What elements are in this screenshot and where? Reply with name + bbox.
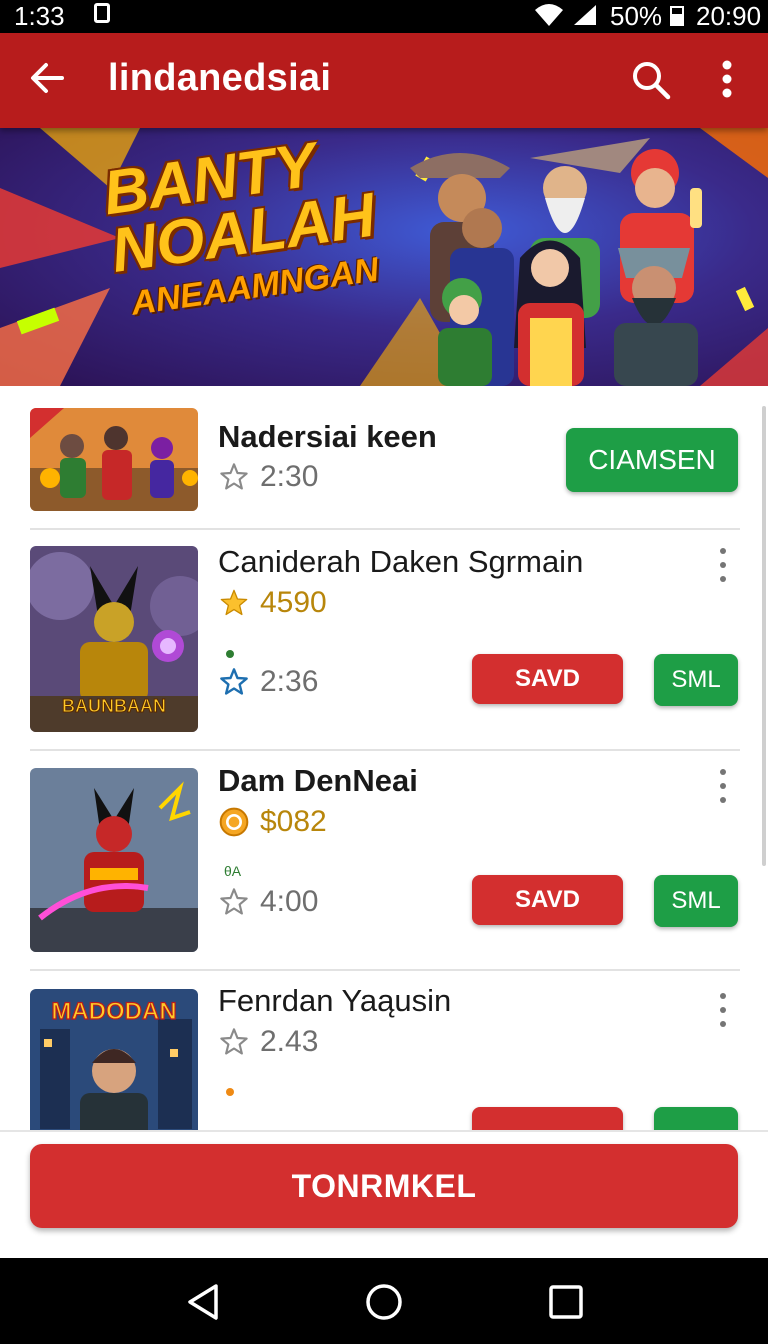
list-item[interactable]: MADODAN Fenrdan Yaąusin 2.43 (0, 971, 768, 1130)
claim-button[interactable]: CIAMSEN (566, 428, 738, 492)
status-time: 1:33 (14, 1, 65, 31)
item-duration: 2:30 (260, 460, 319, 493)
item-more-icon[interactable] (716, 993, 730, 1027)
list-item[interactable]: BAUNBAAN Caniderah Daken Sgrmain 4590 2:… (0, 530, 768, 751)
item-title: Caniderah Daken Sgrmain (218, 544, 584, 579)
star-outline-icon (220, 888, 248, 915)
thumb-caption: MADODAN (51, 998, 176, 1025)
item-more-icon[interactable] (716, 548, 730, 582)
item-meta: 2:36 (218, 665, 318, 699)
system-navigation-bar (0, 1258, 768, 1344)
search-icon[interactable] (630, 59, 672, 101)
item-duration: 2:36 (260, 665, 319, 698)
status-dot (226, 1088, 234, 1096)
back-arrow-icon[interactable] (28, 59, 66, 97)
thumb-caption: BAUNBAAN (62, 696, 166, 716)
signal-icon (574, 5, 596, 25)
item-meta: 4:00 (218, 885, 318, 919)
app-title: lindanedsiai (108, 57, 332, 99)
item-price-value: $082 (260, 805, 327, 838)
app-bar: lindanedsiai (0, 33, 768, 128)
star-filled-icon (220, 589, 248, 616)
item-title: Nadersiai keen (218, 419, 437, 454)
status-bar: 1:33 50% 20:90 (0, 0, 768, 33)
star-outline-icon (220, 463, 248, 490)
status-clock: 20:90 (696, 1, 762, 31)
coin-icon (219, 807, 249, 837)
save-button[interactable]: SAVD (472, 654, 623, 704)
item-thumbnail: MADODAN (30, 989, 198, 1130)
star-outline-blue-icon (220, 668, 248, 695)
save-button[interactable]: SAVD (472, 875, 623, 925)
small-button[interactable]: SML (654, 875, 738, 927)
item-thumbnail (30, 768, 198, 952)
item-title: Dam DenNeai (218, 763, 418, 798)
item-price-value: 4590 (260, 586, 327, 619)
list-item[interactable]: Nadersiai keen 2:30 CIAMSEN (0, 386, 768, 530)
item-price: 4590 (218, 586, 327, 620)
item-more-icon[interactable] (716, 769, 730, 803)
item-list[interactable]: Nadersiai keen 2:30 CIAMSEN BAUNBAAN Can… (0, 386, 768, 1130)
item-price: $082 (218, 805, 327, 839)
banner-characters-illustration (410, 138, 702, 386)
list-item[interactable]: Dam DenNeai $082 θA 4:00 SAVD SML (0, 751, 768, 971)
nav-recents-icon[interactable] (546, 1282, 586, 1322)
promo-banner[interactable]: BANTY NOALAH ANEAAMNGAN (0, 128, 768, 386)
wifi-icon (535, 4, 563, 26)
star-outline-icon (220, 1028, 248, 1055)
primary-action-button[interactable]: TONRMKEL (30, 1144, 738, 1228)
small-button[interactable] (654, 1107, 738, 1130)
battery-percentage: 50% (610, 1, 663, 31)
battery-icon (670, 6, 684, 26)
nav-back-icon[interactable] (184, 1282, 224, 1322)
item-duration: 4:00 (260, 885, 319, 918)
item-thumbnail: BAUNBAAN (30, 546, 198, 732)
item-title: Fenrdan Yaąusin (218, 983, 452, 1018)
status-dot (226, 650, 234, 658)
item-duration: 2.43 (260, 1025, 319, 1058)
nav-home-icon[interactable] (364, 1282, 404, 1322)
small-button[interactable]: SML (654, 654, 738, 706)
item-thumbnail (30, 408, 198, 511)
item-meta: 2:30 (218, 460, 318, 494)
more-vert-icon[interactable] (716, 59, 738, 99)
item-tag: θA (224, 863, 242, 879)
notification-icon (94, 3, 110, 23)
bottom-action-area: TONRMKEL (0, 1130, 768, 1258)
save-button[interactable] (472, 1107, 623, 1130)
item-meta: 2.43 (218, 1025, 318, 1059)
